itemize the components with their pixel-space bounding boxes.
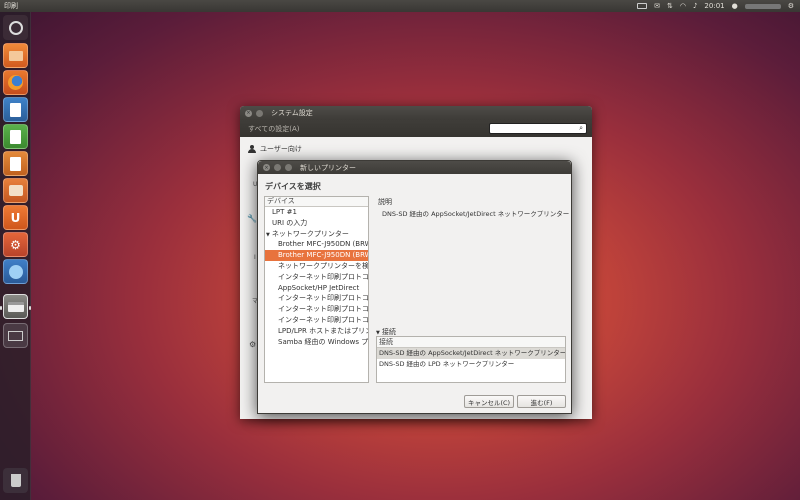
workspace-switcher-icon[interactable] xyxy=(3,323,28,348)
ubuntu-one-icon[interactable]: U xyxy=(3,205,28,230)
wifi-icon[interactable]: ◠ xyxy=(680,0,686,12)
settings-title: システム設定 xyxy=(271,109,313,117)
device-list-header[interactable]: デバイス xyxy=(265,197,368,207)
close-icon[interactable]: × xyxy=(245,109,252,117)
device-list-item[interactable]: LPT #1 xyxy=(265,207,368,218)
dialog-titlebar: × 新しいプリンター xyxy=(258,161,571,174)
device-list[interactable]: デバイス LPT #1 URI の入力 ▼ ネットワークプリンター Brother MF… xyxy=(264,196,369,383)
device-group-network[interactable]: ▼ ネットワークプリンター xyxy=(265,229,368,240)
volume-icon[interactable]: ♪ xyxy=(693,0,697,12)
device-list-item[interactable]: インターネット印刷プロトコル (i xyxy=(265,293,368,304)
user-icon xyxy=(248,145,256,153)
dialog-title: 新しいプリンター xyxy=(300,163,356,172)
device-list-item[interactable]: インターネット印刷プロトコル (i xyxy=(265,272,368,283)
description-text: DNS-SD 経由の AppSocket/JetDirect ネットワークプリン… xyxy=(382,210,570,218)
device-label: ネットワークプリンターを検索 xyxy=(278,261,368,270)
device-list-item[interactable]: インターネット印刷プロトコル (i xyxy=(265,315,368,326)
dash-icon[interactable] xyxy=(3,15,28,40)
search-icon: ⌕ xyxy=(579,124,583,132)
gear-icon[interactable]: ⚙ xyxy=(788,0,794,12)
printer-icon[interactable] xyxy=(3,294,28,319)
device-list-item[interactable]: ネットワークプリンターを検索 xyxy=(265,261,368,272)
device-list-item[interactable]: URI の入力 xyxy=(265,218,368,229)
device-label: URI の入力 xyxy=(272,218,308,227)
system-settings-icon[interactable]: ⚙ xyxy=(3,232,28,257)
app-title: 印刷 xyxy=(4,2,18,10)
section-user-label: ユーザー向け xyxy=(260,145,302,153)
launcher: U ⚙ xyxy=(0,12,31,500)
connection-label-text: 接続 xyxy=(381,328,396,336)
trash-icon[interactable] xyxy=(3,468,28,493)
focus-indicator xyxy=(29,306,31,310)
section-user: ユーザー向け xyxy=(248,144,302,154)
device-list-item[interactable]: AppSocket/HP JetDirect xyxy=(265,283,368,294)
obscured-label: I xyxy=(254,254,256,261)
expander-icon: ▼ xyxy=(266,231,270,238)
connection-row[interactable]: DNS-SD 経由の AppSocket/JetDirect ネットワークプリン… xyxy=(377,348,565,359)
device-list-item[interactable]: LPD/LPR ホストまたはプリンタ xyxy=(265,326,368,337)
all-settings-button[interactable]: すべての設定(A) xyxy=(248,124,299,134)
minimize-icon[interactable] xyxy=(256,109,263,117)
device-label: インターネット印刷プロトコル (i xyxy=(278,315,368,324)
software-center-icon[interactable] xyxy=(3,178,28,203)
writer-icon[interactable] xyxy=(3,97,28,122)
settings-toolbar: すべての設定(A) ⌕ xyxy=(240,120,592,137)
device-label: LPT #1 xyxy=(272,208,297,216)
close-icon[interactable]: × xyxy=(263,164,270,171)
network-icon[interactable]: ⇅ xyxy=(667,0,673,12)
dialog-heading: デバイスを選択 xyxy=(265,182,321,191)
device-label: インターネット印刷プロトコル (i xyxy=(278,272,368,281)
forward-button[interactable]: 進む(F) xyxy=(517,395,566,408)
impress-icon[interactable] xyxy=(3,151,28,176)
files-icon[interactable] xyxy=(3,43,28,68)
user-name-redacted[interactable] xyxy=(744,3,781,9)
device-label: Samba 経由の Windows プリ xyxy=(278,337,368,346)
device-label: Brother MFC-J950DN (BRW0C xyxy=(278,251,368,260)
device-list-item[interactable]: Brother MFC-J950DN (BRW0C xyxy=(265,250,368,261)
connection-list-header[interactable]: 接続 xyxy=(377,337,565,348)
device-list-item[interactable]: インターネット印刷プロトコル (i xyxy=(265,304,368,315)
calc-icon[interactable] xyxy=(3,124,28,149)
wrench-icon: 🔧 xyxy=(247,214,257,223)
settings-titlebar: × システム設定 xyxy=(240,106,592,120)
device-label: AppSocket/HP JetDirect xyxy=(278,283,360,292)
search-input[interactable]: ⌕ xyxy=(489,123,587,134)
description-label: 説明 xyxy=(378,198,392,206)
keyboard-indicator-icon[interactable] xyxy=(637,3,648,9)
device-list-item[interactable]: Brother MFC-J950DN (BRW9C xyxy=(265,239,368,250)
running-indicator xyxy=(0,306,2,310)
minimize-icon[interactable] xyxy=(274,164,281,171)
device-list-item[interactable]: Samba 経由の Windows プリ xyxy=(265,337,368,348)
mail-icon[interactable]: ✉ xyxy=(654,0,660,12)
clock[interactable]: 20:01 xyxy=(704,0,724,12)
settings-gear-icon: ⚙ xyxy=(249,340,257,349)
workspaces-icon[interactable] xyxy=(3,259,28,284)
connection-row[interactable]: DNS-SD 経由の LPD ネットワークプリンター xyxy=(377,359,565,370)
device-label: インターネット印刷プロトコル (i xyxy=(278,305,368,314)
device-label: ネットワークプリンター xyxy=(271,229,349,238)
user-icon[interactable]: ● xyxy=(732,0,738,12)
device-label: LPD/LPR ホストまたはプリンタ xyxy=(278,326,368,335)
device-label: インターネット印刷プロトコル (i xyxy=(278,294,368,303)
device-label: Brother MFC-J950DN (BRW9C xyxy=(278,240,368,249)
maximize-icon[interactable] xyxy=(285,164,292,171)
cancel-button[interactable]: キャンセル(C) xyxy=(464,395,514,408)
connection-list[interactable]: 接続 DNS-SD 経由の AppSocket/JetDirect ネットワーク… xyxy=(376,336,566,383)
top-panel: 印刷 ✉ ⇅ ◠ ♪ 20:01 ● ⚙ xyxy=(0,0,800,12)
firefox-icon[interactable] xyxy=(3,70,28,95)
indicator-area: ✉ ⇅ ◠ ♪ 20:01 ● ⚙ xyxy=(637,0,794,12)
new-printer-dialog: × 新しいプリンター デバイスを選択 デバイス LPT #1 URI の入力 ▼ ネッ… xyxy=(257,160,572,414)
